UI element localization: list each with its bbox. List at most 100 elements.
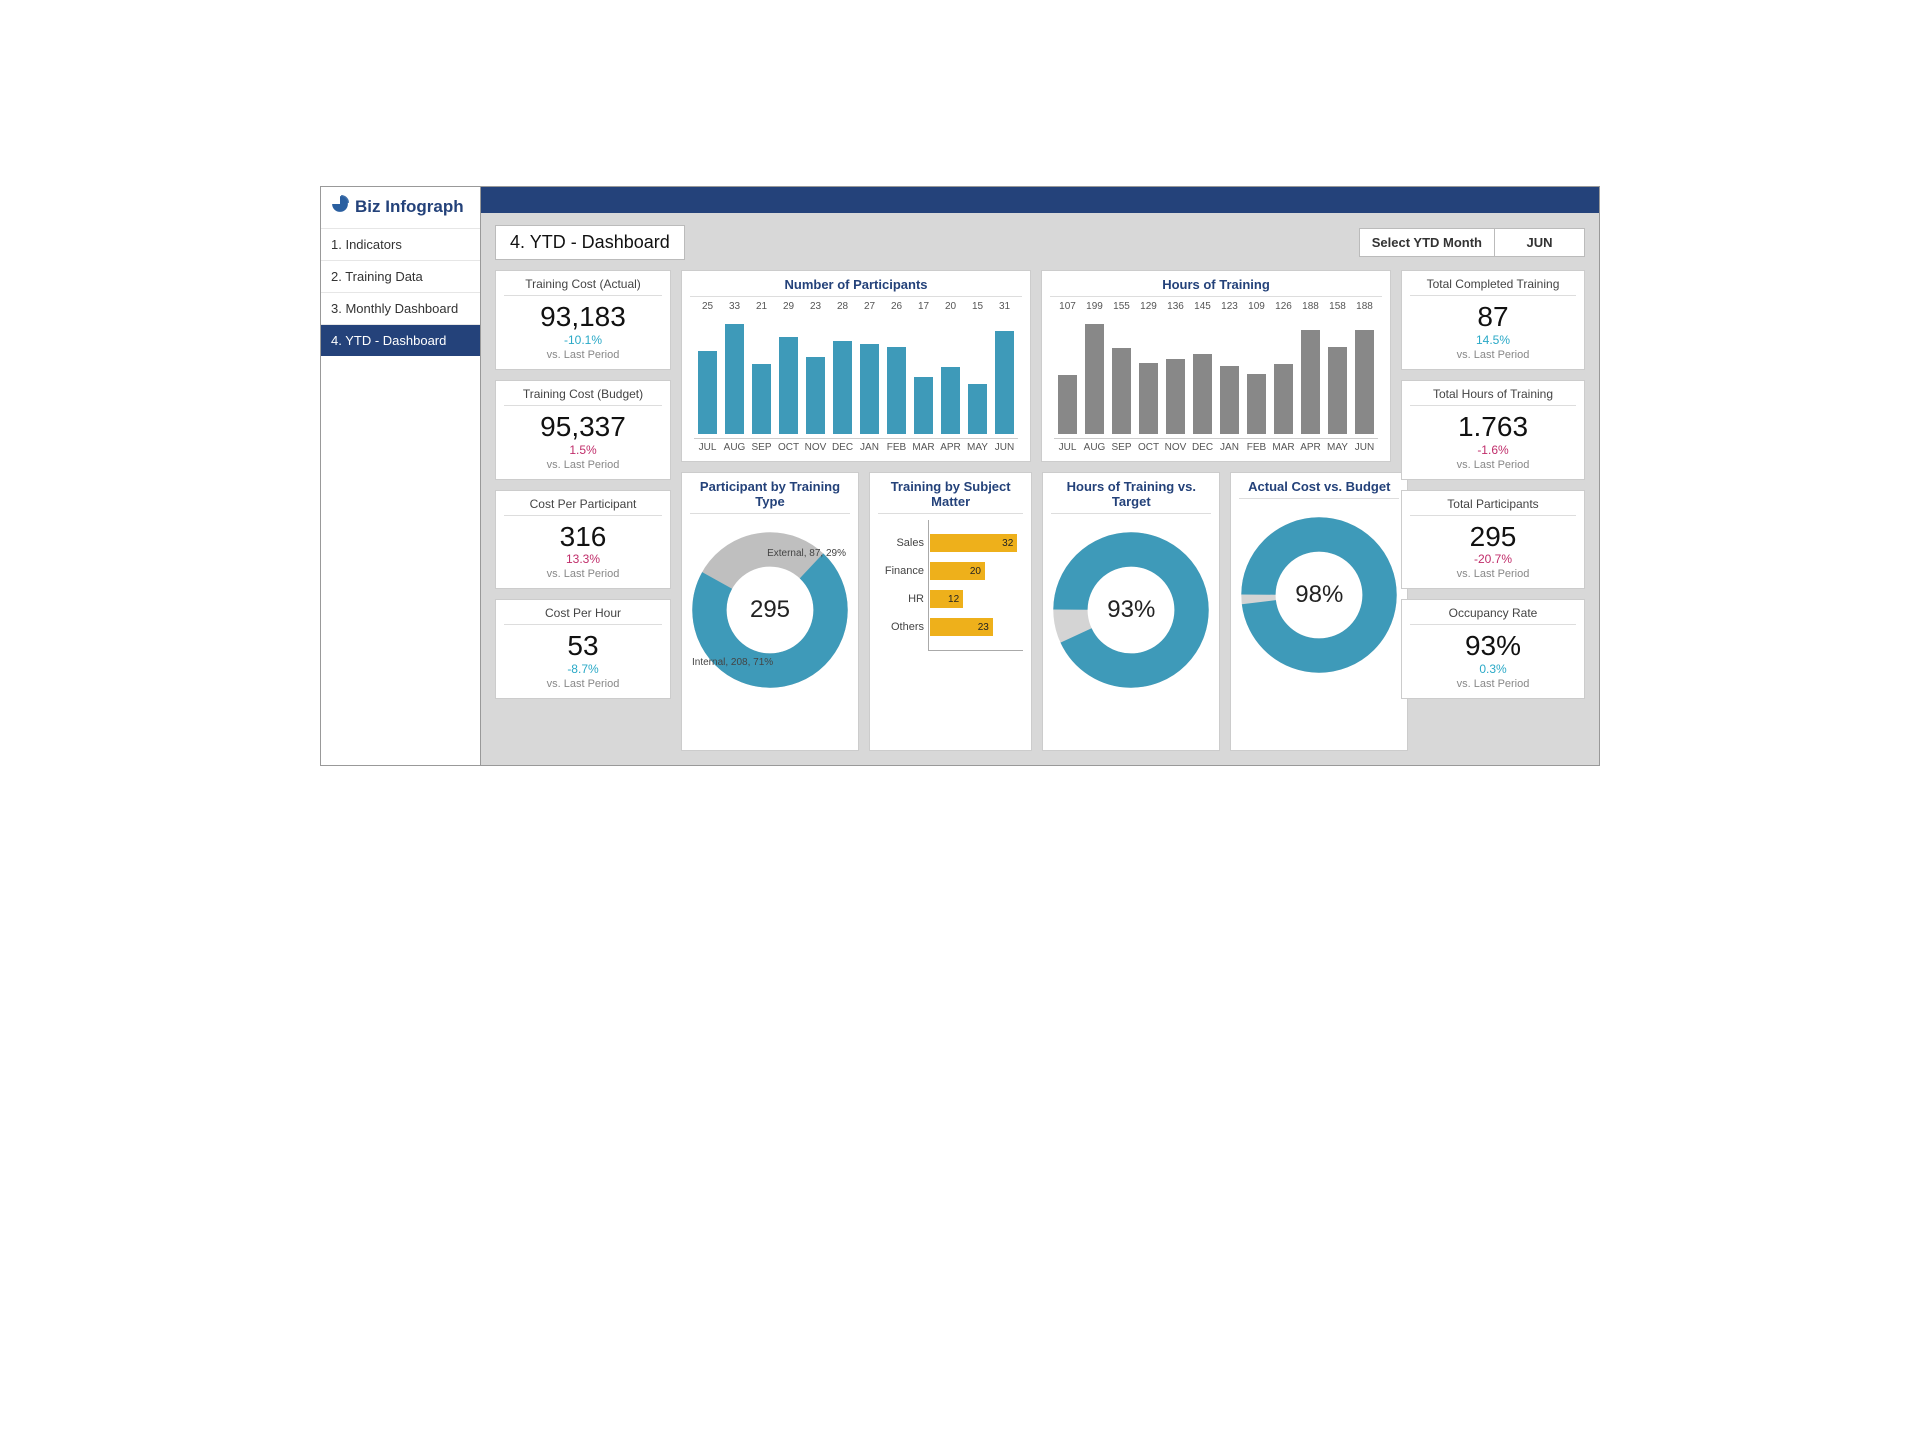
hbar: 23 — [930, 618, 993, 636]
bar — [941, 367, 960, 434]
main: 4. YTD - Dashboard Select YTD Month JUN … — [481, 187, 1599, 765]
ytd-select-label: Select YTD Month — [1359, 228, 1495, 257]
kpi-note: vs. Last Period — [504, 459, 662, 471]
bar-value-label: 23 — [810, 301, 821, 312]
bar — [1301, 330, 1320, 434]
kpi-delta: -1.6% — [1410, 443, 1576, 457]
chart-hours-target: Hours of Training vs. Target 93% — [1042, 472, 1220, 751]
bar-category-label: MAY — [964, 438, 991, 453]
bar — [1166, 359, 1185, 434]
kpi-delta: 14.5% — [1410, 333, 1576, 347]
bar-column: 136NOV — [1162, 301, 1189, 453]
kpi-card: Cost Per Participant31613.3%vs. Last Per… — [495, 490, 671, 590]
kpi-value: 87 — [1410, 302, 1576, 333]
bar — [1247, 374, 1266, 434]
bar-value-label: 107 — [1059, 301, 1076, 312]
ytd-select-value[interactable]: JUN — [1495, 228, 1585, 257]
kpi-title: Total Completed Training — [1410, 277, 1576, 296]
sidebar-item[interactable]: 2. Training Data — [321, 260, 480, 292]
chart-subject: Training by Subject Matter Sales32Financ… — [869, 472, 1032, 751]
chart-title: Actual Cost vs. Budget — [1239, 479, 1399, 499]
kpi-title: Total Hours of Training — [1410, 387, 1576, 406]
kpi-title: Occupancy Rate — [1410, 606, 1576, 625]
brand-text: Biz Infograph — [355, 197, 464, 217]
bar-column: 199AUG — [1081, 301, 1108, 453]
bar — [833, 341, 852, 434]
kpi-delta: -10.1% — [504, 333, 662, 347]
bar-column: 20APR — [937, 301, 964, 453]
bar — [1193, 354, 1212, 434]
kpi-card: Total Hours of Training1.763-1.6%vs. Las… — [1401, 380, 1585, 480]
bar-value-label: 25 — [702, 301, 713, 312]
bar-column: 27JAN — [856, 301, 883, 453]
chart-title: Participant by Training Type — [690, 479, 850, 514]
bar-category-label: DEC — [829, 438, 856, 453]
hbar-category: Sales — [874, 537, 924, 549]
chart-title: Hours of Training vs. Target — [1051, 479, 1211, 514]
bar-value-label: 188 — [1356, 301, 1373, 312]
kpi-note: vs. Last Period — [504, 678, 662, 690]
bar-column: 23NOV — [802, 301, 829, 453]
kpi-column-left: Training Cost (Actual)93,183-10.1%vs. La… — [495, 270, 671, 751]
sidebar-item[interactable]: 3. Monthly Dashboard — [321, 292, 480, 324]
bar — [968, 384, 987, 434]
hbar: 20 — [930, 562, 985, 580]
bar-category-label: JUL — [694, 438, 721, 453]
bar-value-label: 109 — [1248, 301, 1265, 312]
kpi-card: Training Cost (Budget)95,3371.5%vs. Last… — [495, 380, 671, 480]
kpi-title: Training Cost (Budget) — [504, 387, 662, 406]
ytd-select[interactable]: Select YTD Month JUN — [1359, 228, 1585, 257]
bar-category-label: JAN — [1216, 438, 1243, 453]
chart-column: Number of Participants 25JUL33AUG21SEP29… — [681, 270, 1391, 751]
bar-column: 155SEP — [1108, 301, 1135, 453]
kpi-note: vs. Last Period — [1410, 349, 1576, 361]
kpi-delta: 0.3% — [1410, 662, 1576, 676]
kpi-delta: -8.7% — [504, 662, 662, 676]
bar-column: 123JAN — [1216, 301, 1243, 453]
kpi-title: Total Participants — [1410, 497, 1576, 516]
chart-title: Number of Participants — [690, 277, 1022, 297]
bar-category-label: OCT — [1135, 438, 1162, 453]
bar-column: 109FEB — [1243, 301, 1270, 453]
kpi-value: 1.763 — [1410, 412, 1576, 443]
kpi-value: 316 — [504, 522, 662, 553]
bar-column: 29OCT — [775, 301, 802, 453]
chart-title: Training by Subject Matter — [878, 479, 1023, 514]
bar-category-label: MAR — [1270, 438, 1297, 453]
bar — [887, 347, 906, 434]
bar — [860, 344, 879, 434]
sidebar: Biz Infograph 1. Indicators2. Training D… — [321, 187, 481, 765]
bar-column: 17MAR — [910, 301, 937, 453]
pie-icon — [331, 195, 349, 218]
hbar-category: HR — [874, 593, 924, 605]
sidebar-item[interactable]: 4. YTD - Dashboard — [321, 324, 480, 356]
bar-column: 107JUL — [1054, 301, 1081, 453]
kpi-delta: 13.3% — [504, 552, 662, 566]
bar-value-label: 17 — [918, 301, 929, 312]
hbar-category: Others — [874, 621, 924, 633]
kpi-card: Training Cost (Actual)93,183-10.1%vs. La… — [495, 270, 671, 370]
bar-column: 188 JUN — [1351, 301, 1378, 453]
kpi-delta: 1.5% — [504, 443, 662, 457]
bar-category-label: OCT — [775, 438, 802, 453]
bar — [1355, 330, 1374, 434]
bar — [1085, 324, 1104, 434]
bar-column: 188APR — [1297, 301, 1324, 453]
bar-column: 129OCT — [1135, 301, 1162, 453]
bar-value-label: 188 — [1302, 301, 1319, 312]
kpi-card: Total Completed Training 8714.5% vs. Last … — [1401, 270, 1585, 370]
bar-column: 158MAY — [1324, 301, 1351, 453]
chart-hours: Hours of Training 107JUL199AUG155SEP129O… — [1041, 270, 1391, 462]
bar-value-label: 33 — [729, 301, 740, 312]
nav: 1. Indicators2. Training Data3. Monthly … — [321, 228, 480, 356]
bar-column: 25 JUL — [694, 301, 721, 453]
bar — [1112, 348, 1131, 434]
kpi-value: 295 — [1410, 522, 1576, 553]
bar-value-label: 155 — [1113, 301, 1130, 312]
sidebar-item[interactable]: 1. Indicators — [321, 228, 480, 260]
titlebar — [481, 187, 1599, 213]
bar — [752, 364, 771, 434]
kpi-card: Occupancy Rate93%0.3%vs. Last Period — [1401, 599, 1585, 699]
bar-category-label: JUN — [1351, 438, 1378, 453]
kpi-card: Cost Per Hour53-8.7%vs. Last Period — [495, 599, 671, 699]
